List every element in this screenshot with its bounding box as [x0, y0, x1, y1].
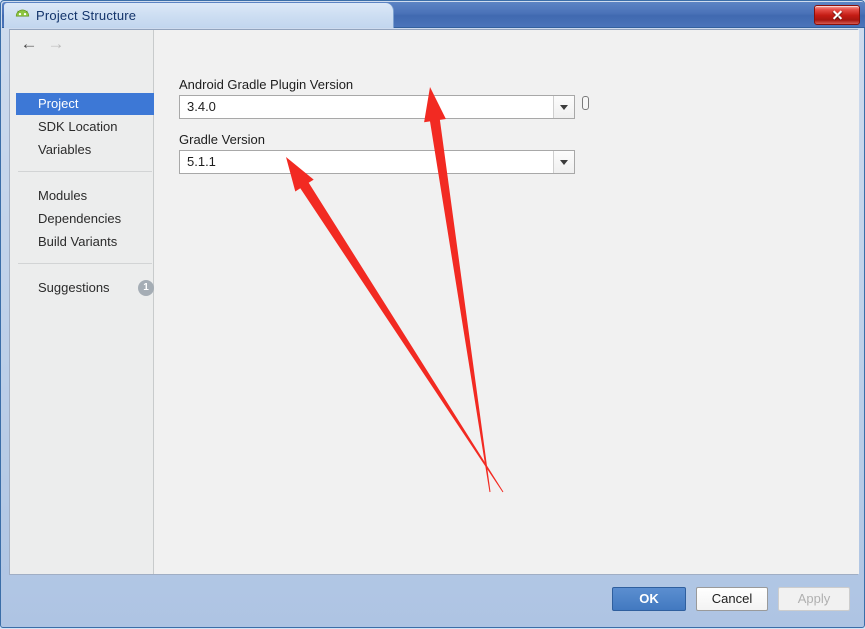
- close-button[interactable]: [814, 5, 860, 25]
- dialog-body: ← → Project SDK Location Variables Modul…: [9, 29, 859, 575]
- sidebar-item-modules[interactable]: Modules: [16, 185, 154, 207]
- window-titlebar: Project Structure: [2, 2, 865, 28]
- apply-button: Apply: [778, 587, 850, 611]
- arrow-right-icon[interactable]: →: [44, 35, 68, 52]
- arrow-left-icon[interactable]: ←: [17, 35, 41, 52]
- sidebar-item-sdk-location[interactable]: SDK Location: [16, 116, 154, 138]
- sidebar-separator: [18, 171, 152, 172]
- android-gradle-plugin-version-value: 3.4.0: [187, 99, 216, 114]
- titlebar-tab: Project Structure: [4, 3, 394, 28]
- cancel-button[interactable]: Cancel: [696, 587, 768, 611]
- sidebar: ← → Project SDK Location Variables Modul…: [10, 30, 154, 574]
- android-head-icon: [15, 9, 30, 17]
- sidebar-item-variables[interactable]: Variables: [16, 139, 154, 161]
- dialog-button-bar: OK Cancel Apply: [9, 575, 858, 620]
- gradle-version-combo[interactable]: 5.1.1: [179, 150, 575, 174]
- chevron-down-icon[interactable]: [553, 96, 574, 118]
- suggestions-count-badge: 1: [138, 280, 154, 296]
- sidebar-item-suggestions[interactable]: Suggestions: [16, 277, 154, 299]
- window-title: Project Structure: [36, 8, 137, 23]
- sidebar-item-dependencies[interactable]: Dependencies: [16, 208, 154, 230]
- main-panel: Android Gradle Plugin Version 3.4.0 Grad…: [155, 30, 859, 574]
- gradle-version-label: Gradle Version: [179, 132, 265, 147]
- gradle-version-value: 5.1.1: [187, 154, 216, 169]
- sidebar-separator: [18, 263, 152, 264]
- project-structure-dialog: Project Structure ← → Project SDK Locati…: [0, 0, 865, 628]
- sidebar-item-project[interactable]: Project: [16, 93, 154, 115]
- android-gradle-plugin-version-label: Android Gradle Plugin Version: [179, 77, 354, 92]
- text-caret-indicator-icon: [582, 96, 589, 110]
- sidebar-item-build-variants[interactable]: Build Variants: [16, 231, 154, 253]
- android-gradle-plugin-version-combo[interactable]: 3.4.0: [179, 95, 575, 119]
- chevron-down-icon[interactable]: [553, 151, 574, 173]
- sidebar-navbar: ← →: [10, 30, 154, 57]
- ok-button[interactable]: OK: [612, 587, 686, 611]
